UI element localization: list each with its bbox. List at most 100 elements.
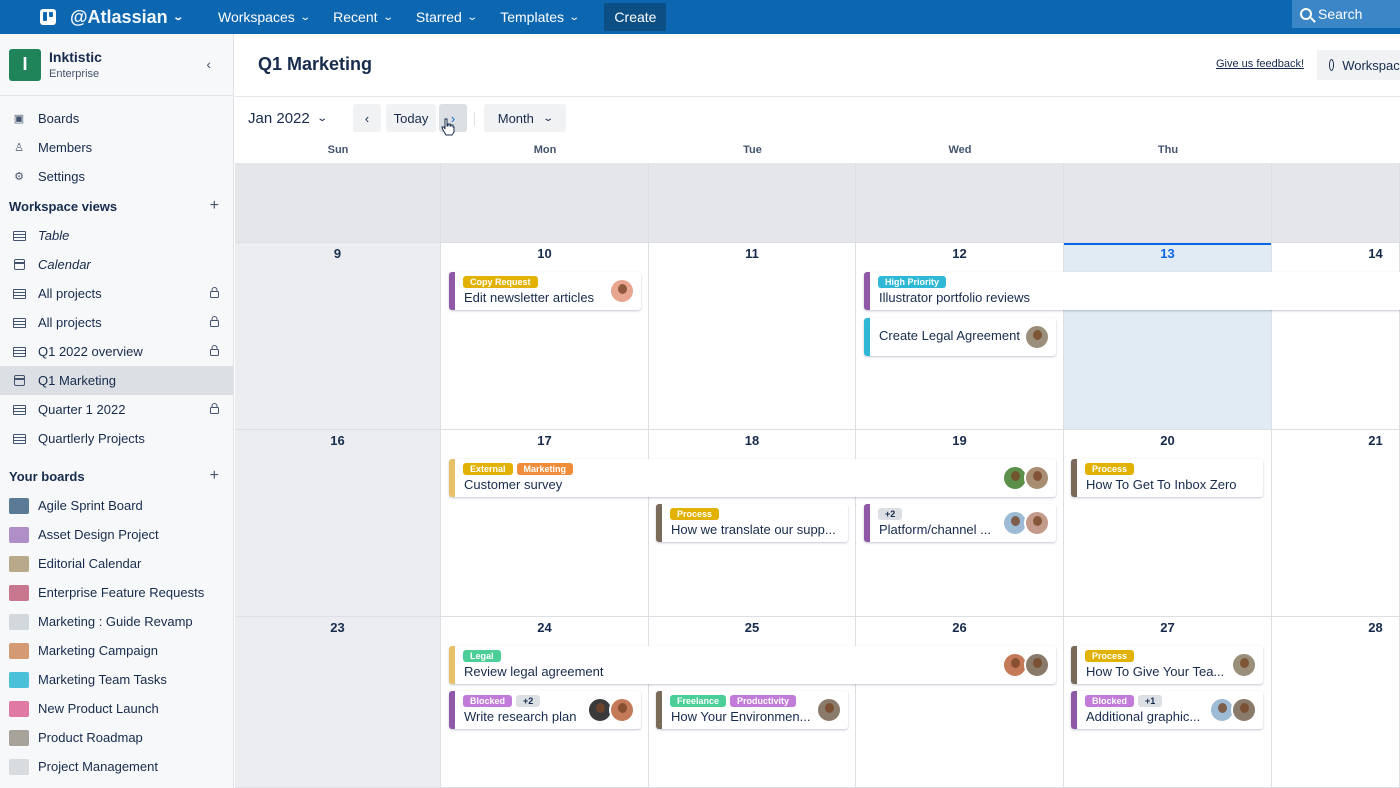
- sidebar-board-item[interactable]: Enterprise Feature Requests: [0, 578, 233, 607]
- sidebar-item-boards[interactable]: ▣ Boards: [0, 104, 233, 133]
- avatar[interactable]: [1231, 652, 1257, 678]
- toolbar-separator: [474, 112, 475, 126]
- event-card[interactable]: +2 Platform/channel ...: [864, 504, 1056, 542]
- app-switcher-icon[interactable]: [0, 0, 32, 550]
- calendar-day-cell[interactable]: 16: [235, 430, 441, 617]
- table-view-icon: [12, 316, 26, 330]
- event-color-stripe: [1071, 646, 1077, 684]
- brand-switcher[interactable]: @Atlassian ⌄: [70, 7, 184, 28]
- calendar-day-cell[interactable]: [649, 163, 856, 243]
- event-card[interactable]: Blocked +2 Write research plan: [449, 691, 641, 729]
- sidebar-view-item[interactable]: All projects: [0, 308, 233, 337]
- event-members: [1231, 652, 1257, 678]
- sidebar-board-item[interactable]: Marketing Team Tasks: [0, 665, 233, 694]
- sidebar-item-label: Settings: [38, 169, 85, 184]
- nav-recent[interactable]: Recent ⌄: [321, 0, 404, 34]
- avatar[interactable]: [609, 697, 635, 723]
- sidebar-item-settings[interactable]: ⚙ Settings: [0, 162, 233, 191]
- calendar-day-cell[interactable]: 28: [1272, 617, 1400, 788]
- event-card[interactable]: High Priority Illustrator portfolio revie…: [864, 272, 1400, 310]
- calendar-day-cell[interactable]: 26: [856, 617, 1064, 788]
- event-label-badge: Process: [1085, 463, 1135, 475]
- day-number: 28: [1368, 620, 1383, 635]
- section-label: Workspace views: [9, 198, 118, 214]
- sidebar-view-item[interactable]: All projects: [0, 279, 233, 308]
- board-thumbnail: [9, 584, 29, 601]
- avatar[interactable]: [1024, 324, 1050, 350]
- sidebar-view-label: All projects: [38, 315, 102, 330]
- chevron-down-icon: ⌄: [316, 113, 328, 124]
- add-board-icon[interactable]: +: [210, 467, 219, 485]
- avatar[interactable]: [816, 697, 842, 723]
- event-card[interactable]: Freelance Productivity How Your Environmen…: [656, 691, 848, 729]
- event-card[interactable]: Process How we translate our supp...: [656, 504, 848, 542]
- table-view-icon: [12, 345, 26, 359]
- day-number: 10: [537, 246, 552, 261]
- event-card[interactable]: Create Legal Agreement: [864, 318, 1056, 356]
- avatar[interactable]: [1024, 465, 1050, 491]
- event-title: Write research plan: [464, 709, 577, 724]
- avatar[interactable]: [1231, 697, 1257, 723]
- today-button[interactable]: Today: [386, 104, 436, 132]
- avatar[interactable]: [609, 278, 635, 304]
- avatar[interactable]: [1024, 652, 1050, 678]
- sidebar-view-item[interactable]: Quartlerly Projects: [0, 424, 233, 453]
- event-card[interactable]: Copy Request Edit newsletter articles: [449, 272, 641, 310]
- sidebar-board-item[interactable]: Asset Design Project: [0, 520, 233, 549]
- feedback-link[interactable]: Give us feedback!: [1216, 58, 1304, 70]
- sidebar-board-item[interactable]: New Product Launch: [0, 694, 233, 723]
- sidebar-view-item[interactable]: Table: [0, 221, 233, 250]
- event-label-badge: High Priority: [878, 276, 947, 288]
- calendar-day-cell[interactable]: [441, 163, 649, 243]
- sidebar-board-item[interactable]: Product Roadmap: [0, 723, 233, 752]
- event-card[interactable]: Legal Review legal agreement: [449, 646, 1056, 684]
- nav-templates[interactable]: Templates ⌄: [488, 0, 590, 34]
- event-label-badge: Marketing: [516, 463, 574, 475]
- event-label-badge: Process: [670, 508, 720, 520]
- nav-starred[interactable]: Starred ⌄: [404, 0, 488, 34]
- calendar-day-cell[interactable]: 23: [235, 617, 441, 788]
- sidebar-item-members[interactable]: ♙ Members: [0, 133, 233, 162]
- calendar-day-cell[interactable]: [1064, 163, 1272, 243]
- workspace-button[interactable]: Workspace: [1317, 50, 1400, 80]
- board-thumbnail: [9, 497, 29, 514]
- add-view-icon[interactable]: +: [210, 197, 219, 215]
- nav-workspaces[interactable]: Workspaces ⌄: [206, 0, 321, 34]
- calendar-day-cell[interactable]: 11: [649, 243, 856, 430]
- sidebar-board-item[interactable]: Agile Sprint Board: [0, 491, 233, 520]
- trello-logo-icon[interactable]: [40, 9, 56, 25]
- board-thumbnail: [9, 642, 29, 659]
- create-button[interactable]: Create: [604, 3, 667, 31]
- nav-label: Starred: [415, 9, 462, 25]
- calendar-day-cell[interactable]: 9: [235, 243, 441, 430]
- previous-month-button[interactable]: ‹: [353, 104, 381, 132]
- view-selector[interactable]: Month ⌄: [484, 104, 566, 132]
- board-label: Project Management: [38, 759, 158, 774]
- calendar-day-cell[interactable]: [1272, 163, 1400, 243]
- sidebar-board-item[interactable]: Marketing : Guide Revamp: [0, 607, 233, 636]
- search-input[interactable]: Search: [1292, 0, 1400, 28]
- sidebar-view-item[interactable]: Quarter 1 2022: [0, 395, 233, 424]
- workspace-avatar[interactable]: I: [9, 48, 41, 81]
- event-card[interactable]: Process How To Get To Inbox Zero: [1071, 459, 1263, 497]
- calendar-day-cell[interactable]: 21: [1272, 430, 1400, 617]
- event-card[interactable]: External Marketing Customer survey: [449, 459, 1056, 497]
- view-label: Month: [497, 110, 534, 126]
- event-card[interactable]: Blocked +1 Additional graphic...: [1071, 691, 1263, 729]
- nav-label: Workspaces: [217, 9, 295, 25]
- sidebar-board-item[interactable]: Marketing Campaign: [0, 636, 233, 665]
- calendar-day-cell[interactable]: [856, 163, 1064, 243]
- event-members: [1002, 510, 1050, 536]
- sidebar-view-item[interactable]: Q1 Marketing: [0, 366, 233, 395]
- month-selector[interactable]: Jan 2022 ⌄: [248, 110, 328, 127]
- sidebar-view-label: Table: [38, 228, 70, 243]
- sidebar-board-item[interactable]: Editorial Calendar: [0, 549, 233, 578]
- event-label-badge: +2: [516, 695, 541, 707]
- sidebar-view-item[interactable]: Calendar: [0, 250, 233, 279]
- sidebar-view-item[interactable]: Q1 2022 overview: [0, 337, 233, 366]
- sidebar-board-item[interactable]: Project Management: [0, 752, 233, 781]
- event-card[interactable]: Process How To Give Your Tea...: [1071, 646, 1263, 684]
- calendar-day-cell[interactable]: [235, 163, 441, 243]
- collapse-sidebar-icon[interactable]: ‹: [206, 56, 211, 72]
- avatar[interactable]: [1024, 510, 1050, 536]
